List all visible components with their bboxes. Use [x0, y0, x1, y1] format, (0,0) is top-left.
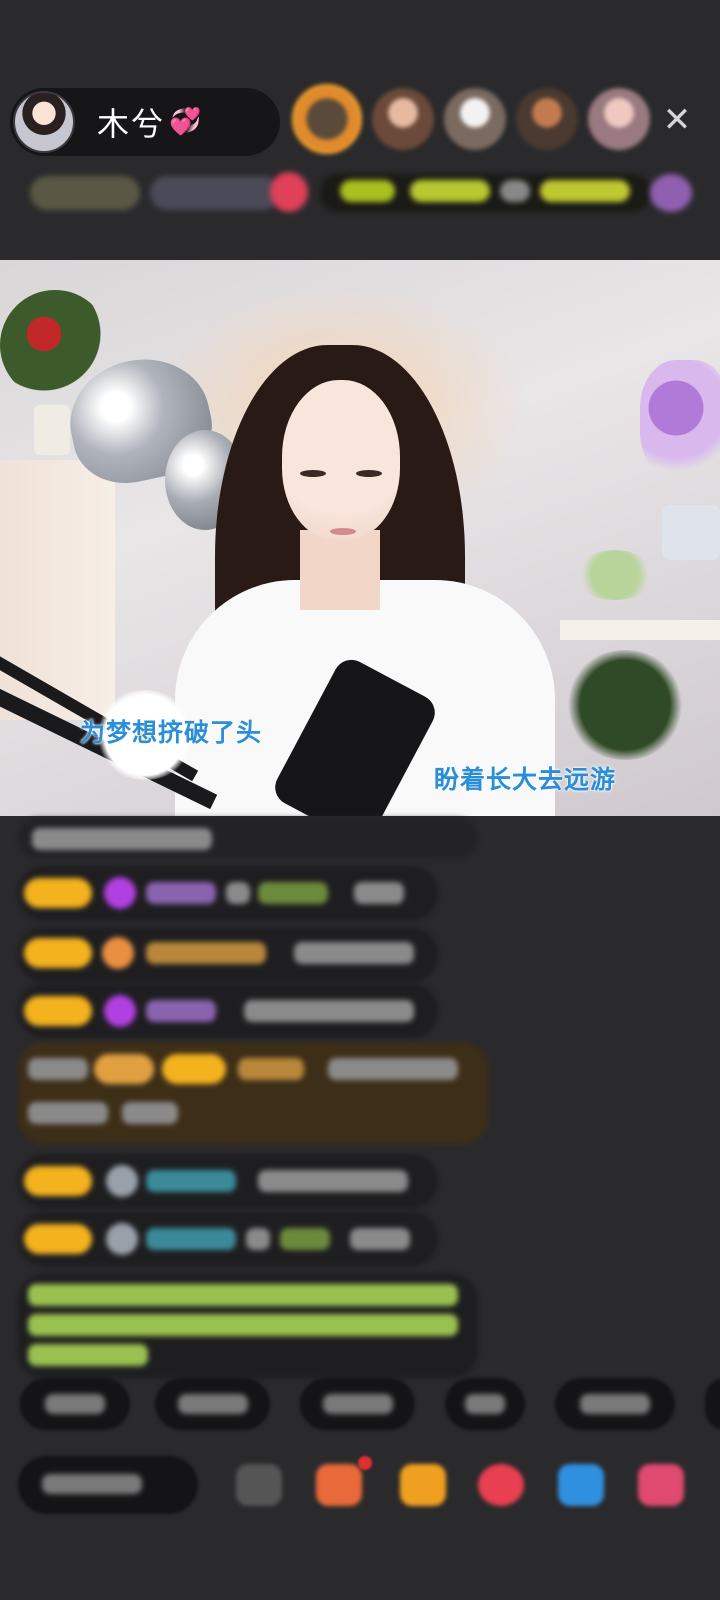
streamer-lips [330, 528, 356, 535]
host-avatar[interactable] [13, 91, 75, 153]
level-badge [24, 938, 92, 968]
chat-message [18, 1212, 438, 1266]
interaction-icon[interactable] [478, 1464, 524, 1506]
notice-text [28, 1344, 148, 1366]
chat-text [226, 882, 250, 904]
viewer-avatar[interactable] [372, 88, 434, 150]
system-notice [18, 1274, 478, 1378]
orchid [640, 360, 720, 480]
quick-reply-chip[interactable] [705, 1378, 720, 1430]
video-player[interactable]: 为梦想挤破了头 盼着长大去远游 [0, 260, 720, 816]
chat-text [328, 1058, 458, 1080]
quick-reply-chip[interactable] [555, 1378, 675, 1430]
user-avatar [106, 1165, 138, 1197]
lyric-line: 盼着长大去远游 [434, 765, 617, 794]
gift-icon[interactable] [270, 172, 308, 212]
notice-text [28, 1284, 458, 1306]
chat-text [32, 828, 212, 850]
chat-username [146, 882, 216, 904]
gift-box-icon[interactable] [400, 1464, 446, 1506]
vase [34, 405, 70, 455]
level-badge [162, 1054, 226, 1084]
shop-icon[interactable] [316, 1464, 362, 1506]
chat-text [28, 1058, 88, 1080]
chat-text [244, 1000, 414, 1022]
quick-reply-chip[interactable] [20, 1378, 130, 1430]
rank-chip[interactable] [30, 176, 140, 210]
chat-username [258, 882, 328, 904]
fan-badge-icon [102, 937, 134, 969]
chat-text [122, 1102, 178, 1124]
streamer-eye [300, 470, 326, 477]
fan-badge-icon [104, 877, 136, 909]
flower-pot [662, 505, 720, 560]
level-badge [24, 1224, 92, 1254]
activity-banner-text [410, 180, 490, 202]
chat-message [18, 866, 438, 920]
chat-text [354, 882, 404, 904]
chat-text [350, 1228, 410, 1250]
plant [565, 650, 685, 760]
side-table [560, 620, 720, 640]
viewer-avatar[interactable] [444, 88, 506, 150]
host-info-pill[interactable]: 木兮 💞 [10, 88, 280, 156]
live-stream-screen: 木兮 💞 ✕ 为梦想挤破了头 盼着长大去远游 [0, 0, 720, 1600]
popularity-chip[interactable] [150, 176, 280, 210]
chat-message [18, 818, 478, 858]
lyric-line: 为梦想挤破了头 [80, 718, 263, 747]
streamer-face [282, 380, 400, 540]
stream-info-bar [20, 170, 700, 216]
pink-double-heart-icon: 💞 [169, 107, 202, 137]
emoji-icon[interactable] [236, 1464, 282, 1506]
host-name: 木兮 [97, 105, 166, 143]
quick-reply-bar [20, 1378, 720, 1436]
streamer-neck [300, 530, 380, 610]
level-badge [24, 1166, 92, 1196]
close-icon[interactable]: ✕ [655, 98, 699, 142]
level-badge [24, 996, 92, 1026]
noble-badge [94, 1054, 154, 1084]
chat-message [18, 928, 438, 982]
chat-text [246, 1228, 270, 1250]
activity-banner-text [540, 180, 630, 202]
chat-username [146, 1228, 236, 1250]
chat-message [18, 1154, 438, 1208]
gift-icon[interactable] [638, 1464, 684, 1506]
viewer-avatar[interactable] [292, 84, 362, 154]
chat-input[interactable] [18, 1456, 198, 1514]
user-avatar [106, 1223, 138, 1255]
top-viewers [292, 84, 650, 154]
level-badge [24, 878, 92, 908]
chat-message-highlight [18, 1042, 488, 1144]
chat-text [28, 1102, 108, 1124]
chat-text [258, 1170, 408, 1192]
viewer-avatar[interactable] [516, 88, 578, 150]
chat-username [146, 1170, 236, 1192]
chat-message [18, 984, 438, 1038]
chat-username [146, 1000, 216, 1022]
event-icon[interactable] [650, 174, 692, 212]
chat-username [146, 942, 266, 964]
activity-banner-text [340, 180, 395, 202]
chat-username [238, 1058, 304, 1080]
shelf [0, 460, 115, 720]
notice-text [28, 1314, 458, 1336]
quick-reply-chip[interactable] [300, 1378, 415, 1430]
quick-reply-chip[interactable] [445, 1378, 525, 1430]
chat-text [294, 942, 414, 964]
game-icon[interactable] [558, 1464, 604, 1506]
streamer-eye [356, 470, 382, 477]
quick-reply-chip[interactable] [155, 1378, 270, 1430]
succulent [575, 550, 655, 600]
activity-banner-text [500, 180, 530, 202]
bottom-action-bar [18, 1456, 708, 1516]
chat-username [280, 1228, 330, 1250]
fan-badge-icon [104, 995, 136, 1027]
notification-dot [358, 1456, 372, 1470]
viewer-avatar[interactable] [588, 88, 650, 150]
